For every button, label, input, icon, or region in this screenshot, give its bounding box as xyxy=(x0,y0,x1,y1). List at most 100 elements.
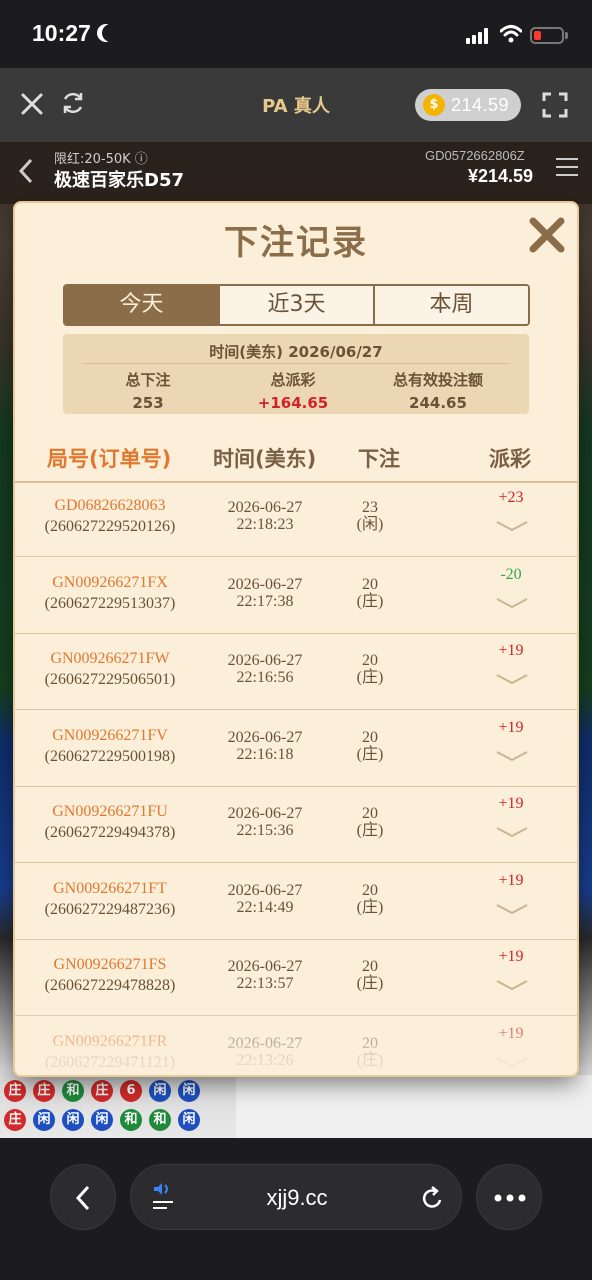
fullscreen-icon[interactable] xyxy=(542,92,568,118)
summary-total-payout: 总派彩 +164.65 xyxy=(257,371,329,412)
record-row[interactable]: GN009266271FT (260627229487236) 2026-06-27… xyxy=(15,864,577,940)
record-row[interactable]: GD06826628063 (260627229520126) 2026-06-27… xyxy=(15,481,577,557)
record-row[interactable]: GN009266271FV (260627229500198) 2026-06-27… xyxy=(15,711,577,787)
chevron-down-icon[interactable] xyxy=(495,902,529,916)
order-cell: GN009266271FS (260627229478828) xyxy=(15,954,205,996)
date-range-tabs: 今天 近3天 本周 xyxy=(63,284,530,326)
order-cell: GN009266271FT (260627229487236) xyxy=(15,878,205,920)
close-icon[interactable] xyxy=(527,215,567,255)
time-cell: 2026-06-27 22:16:18 xyxy=(195,729,335,763)
tab-this-week[interactable]: 本周 xyxy=(375,286,528,324)
bet-cell: 20(庄) xyxy=(340,576,400,610)
bet-limit: 限红:20-50K ⓘ xyxy=(54,152,148,167)
coin-icon: $ xyxy=(423,94,445,116)
chevron-down-icon[interactable] xyxy=(495,825,529,839)
record-time: 22:14:49 xyxy=(236,898,294,916)
bet-side: (闲) xyxy=(356,516,384,533)
bet-cell: 20(庄) xyxy=(340,652,400,686)
record-time: 22:13:57 xyxy=(236,975,294,992)
bet-amount: 20 xyxy=(362,958,378,975)
chevron-down-icon[interactable] xyxy=(495,596,529,610)
wifi-icon xyxy=(500,25,522,43)
time-cell: 2026-06-27 22:14:49 xyxy=(195,882,335,916)
record-time: 22:15:36 xyxy=(236,822,294,839)
road-bead: 庄 xyxy=(4,1080,26,1102)
road-bead: 6 xyxy=(120,1080,142,1102)
record-date: 2026-06-27 xyxy=(227,881,303,899)
chevron-down-icon[interactable] xyxy=(495,978,529,992)
bet-record-modal: 下注记录 今天 近3天 本周 时间(美东) 2026/06/27 总下注 253… xyxy=(15,203,577,1075)
order-id: (260627229506501) xyxy=(44,671,176,688)
road-bead: 闲 xyxy=(33,1109,55,1131)
payout-value: +19 xyxy=(498,642,524,659)
record-date: 2026-06-27 xyxy=(227,499,303,516)
round-id: GN009266271FX xyxy=(52,573,168,591)
back-icon xyxy=(75,1185,90,1211)
record-row[interactable]: GN009266271FW (260627229506501) 2026-06-27… xyxy=(15,634,577,710)
balance-pill[interactable]: $ 214.59 xyxy=(415,89,521,121)
summary-panel: 时间(美东) 2026/06/27 总下注 253 总派彩 +164.65 总有… xyxy=(63,334,529,414)
time-cell: 2026-06-27 22:17:38 xyxy=(195,576,335,610)
round-id: GN009266271FU xyxy=(52,803,168,820)
tab-last-3-days[interactable]: 近3天 xyxy=(220,286,375,324)
game-balance: ¥214.59 xyxy=(468,166,534,186)
payout-value: +23 xyxy=(498,489,524,506)
road-bead: 闲 xyxy=(62,1109,84,1131)
round-id: GN009266271FT xyxy=(53,879,167,897)
bet-side: (庄) xyxy=(356,975,384,992)
order-cell: GN009266271FX (260627229513037) xyxy=(15,572,205,614)
record-time: 22:18:23 xyxy=(236,516,294,533)
url-text: xjj9.cc xyxy=(266,1185,328,1210)
record-list: GD06826628063 (260627229520126) 2026-06-27… xyxy=(15,481,577,1075)
back-chevron-icon[interactable] xyxy=(18,158,34,184)
order-cell: GD06826628063 (260627229520126) xyxy=(15,495,205,537)
address-bar[interactable]: xjj9.cc xyxy=(130,1164,462,1230)
more-button[interactable] xyxy=(476,1164,542,1230)
browser-toolbar: xjj9.cc xyxy=(0,1138,592,1280)
round-id: GN009266271FV xyxy=(52,726,168,744)
chevron-down-icon[interactable] xyxy=(495,519,529,533)
payout-value: +19 xyxy=(498,718,524,736)
bet-cell: 20(庄) xyxy=(340,805,400,839)
bet-cell: 20(庄) xyxy=(340,729,400,763)
battery-icon xyxy=(530,27,564,44)
road-bead: 闲 xyxy=(178,1109,200,1131)
menu-icon[interactable] xyxy=(556,158,578,178)
road-bead: 和 xyxy=(120,1109,142,1131)
time-cell: 2026-06-27 22:15:36 xyxy=(195,805,335,839)
road-bead: 和 xyxy=(149,1109,171,1131)
order-id: (260627229478828) xyxy=(44,977,176,994)
browser-back-button[interactable] xyxy=(50,1164,116,1230)
summary-total-bet: 总下注 253 xyxy=(125,371,171,412)
summary-date: 时间(美东) 2026/06/27 xyxy=(209,343,383,361)
balance-value: 214.59 xyxy=(451,95,510,115)
app-header: PA 真人 $ 214.59 xyxy=(0,68,592,142)
status-bar: 10:27 xyxy=(0,0,592,68)
order-cell: GN009266271FW (260627229506501) xyxy=(15,648,205,690)
table-name: 极速百家乐D57 xyxy=(54,170,184,191)
signal-icon xyxy=(466,28,492,44)
payout-value: +19 xyxy=(498,948,524,965)
reload-icon[interactable] xyxy=(421,1185,445,1211)
record-row[interactable]: GN009266271FX (260627229513037) 2026-06-27… xyxy=(15,558,577,634)
order-id: (260627229494378) xyxy=(44,824,176,841)
bet-amount: 20 xyxy=(362,728,378,746)
status-time: 10:27 xyxy=(32,20,91,46)
record-time: 22:17:38 xyxy=(236,592,294,610)
record-date: 2026-06-27 xyxy=(227,805,303,822)
round-id: GD06826628063 xyxy=(54,497,166,514)
bet-cell: 23 (闲) xyxy=(340,499,400,533)
big-road xyxy=(236,1075,592,1138)
bet-amount: 20 xyxy=(362,805,378,822)
time-cell: 2026-06-27 22:13:57 xyxy=(195,958,335,992)
order-id: (260627229520126) xyxy=(44,518,176,535)
tab-today[interactable]: 今天 xyxy=(65,286,220,324)
round-id: GN009266271FS xyxy=(53,956,167,973)
bet-side: (庄) xyxy=(356,745,384,763)
bet-amount: 20 xyxy=(362,652,378,669)
bet-side: (庄) xyxy=(356,898,384,916)
chevron-down-icon[interactable] xyxy=(495,749,529,763)
record-row[interactable]: GN009266271FU (260627229494378) 2026-06-27… xyxy=(15,787,577,863)
record-date: 2026-06-27 xyxy=(227,652,303,669)
chevron-down-icon[interactable] xyxy=(495,672,529,686)
